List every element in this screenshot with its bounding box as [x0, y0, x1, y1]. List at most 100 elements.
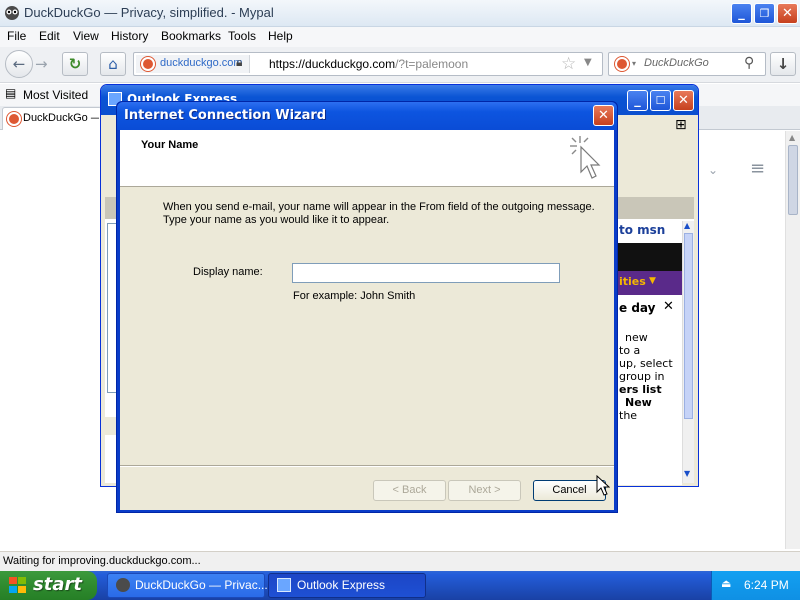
- page-dropdown-icon[interactable]: ⌄: [708, 163, 718, 177]
- close-icon: ✕: [678, 93, 689, 108]
- tip-line: new: [625, 331, 648, 344]
- task-button-outlook[interactable]: Outlook Express: [268, 573, 426, 598]
- outlook-task-icon: [277, 578, 291, 592]
- tab-favicon-icon: [7, 112, 21, 126]
- mypal-task-icon: [116, 578, 130, 592]
- reload-button[interactable]: ↻: [62, 52, 88, 76]
- page-scrollbar[interactable]: ▲: [785, 131, 800, 549]
- restore-button[interactable]: ❐: [754, 3, 775, 24]
- duckduckgo-favicon-icon: [141, 57, 155, 71]
- mouse-pointer-icon: [596, 475, 610, 496]
- display-name-label: Display name:: [193, 266, 263, 278]
- outlook-maximize-button[interactable]: ☐: [650, 90, 671, 111]
- bookmark-most-visited[interactable]: Most Visited: [23, 88, 88, 102]
- close-button[interactable]: ✕: [777, 3, 798, 24]
- windows-logo-icon: [9, 577, 26, 593]
- site-identity[interactable]: duckduckgo.com 🔒︎: [136, 55, 250, 73]
- tip-line: to a: [619, 344, 641, 357]
- close-icon: ✕: [598, 108, 609, 123]
- msn-dropdown-icon: ▼: [649, 276, 656, 286]
- tip-line: ers list: [619, 383, 662, 396]
- back-button[interactable]: < Back: [373, 480, 446, 501]
- msn-text: to msn: [619, 223, 666, 237]
- tip-line: New: [625, 396, 652, 409]
- outlook-scrollbar[interactable]: ▲ ▼: [682, 221, 694, 483]
- menu-edit[interactable]: Edit: [39, 29, 60, 43]
- lock-icon: 🔒︎: [236, 55, 243, 69]
- wizard-separator: [120, 465, 614, 467]
- search-bar[interactable]: ▾ DuckDuckGo ⚲: [608, 52, 766, 76]
- back-arrow-icon: ←: [12, 55, 26, 73]
- menu-history[interactable]: History: [111, 29, 148, 43]
- wizard-close-button[interactable]: ✕: [593, 105, 614, 126]
- tab-label: DuckDuckGo — Privacy, simplified.: [23, 112, 99, 124]
- minimize-button[interactable]: _: [731, 3, 752, 24]
- next-button[interactable]: Next >: [448, 480, 521, 501]
- home-button[interactable]: ⌂: [100, 52, 126, 76]
- menu-view[interactable]: View: [73, 29, 99, 43]
- menu-help[interactable]: Help: [268, 29, 293, 43]
- wizard-titlebar: Internet Connection Wizard ✕: [117, 102, 617, 130]
- hamburger-menu-icon[interactable]: ≡: [750, 158, 765, 179]
- downloads-button[interactable]: ↓: [770, 52, 796, 76]
- most-visited-icon: ▤: [5, 86, 17, 100]
- scrollbar-thumb[interactable]: [788, 145, 798, 215]
- task-label-browser: DuckDuckGo — Privac...: [135, 578, 268, 592]
- site-identity-label: duckduckgo.com: [160, 57, 243, 69]
- minimize-icon: _: [738, 6, 745, 21]
- start-button[interactable]: start: [0, 571, 97, 600]
- tab-duckduckgo[interactable]: DuckDuckGo — Privacy, simplified.: [2, 107, 102, 130]
- windows-taskbar: start DuckDuckGo — Privac... Outlook Exp…: [0, 571, 800, 600]
- menu-file[interactable]: File: [7, 29, 26, 43]
- search-placeholder: DuckDuckGo: [644, 57, 709, 69]
- maximize-icon: ☐: [655, 94, 666, 107]
- instruction-line-1: When you send e-mail, your name will app…: [163, 201, 595, 213]
- system-tray: ⏏ 6:24 PM: [711, 571, 800, 600]
- browser-window-title: DuckDuckGo — Privacy, simplified. - Mypa…: [24, 5, 274, 20]
- menu-tools[interactable]: Tools: [228, 29, 256, 43]
- minimize-icon: _: [634, 93, 641, 108]
- scrollbar-thumb[interactable]: [684, 233, 693, 419]
- tip-close-icon[interactable]: ✕: [663, 299, 674, 314]
- url-bar[interactable]: duckduckgo.com 🔒︎ https://duckduckgo.com…: [133, 52, 603, 76]
- tray-arrow-icon[interactable]: ⏏: [721, 577, 731, 590]
- menu-bookmarks[interactable]: Bookmarks: [161, 29, 221, 43]
- clock: 6:24 PM: [744, 578, 789, 592]
- scroll-down-icon[interactable]: ▼: [684, 469, 690, 478]
- reload-icon: ↻: [68, 55, 82, 73]
- home-icon: ⌂: [108, 55, 118, 73]
- scroll-up-icon[interactable]: ▲: [789, 133, 795, 142]
- display-name-input[interactable]: [292, 263, 560, 283]
- tip-line: group in: [619, 370, 665, 383]
- forward-arrow-icon: →: [35, 55, 48, 73]
- status-text: Waiting for improving.duckduckgo.com...: [3, 555, 201, 567]
- start-label: start: [33, 574, 82, 595]
- url-dropdown-icon[interactable]: ▼: [584, 57, 592, 68]
- forward-button[interactable]: →: [35, 55, 48, 73]
- bookmark-star-icon[interactable]: ☆: [561, 54, 576, 74]
- wizard-cursor-sparkle-icon: [570, 136, 601, 179]
- search-engine-icon[interactable]: [615, 57, 629, 71]
- windows-flag-icon: ⊞: [675, 117, 687, 133]
- wizard-title: Internet Connection Wizard: [124, 108, 327, 123]
- mypal-app-icon: [5, 6, 19, 20]
- tip-line: up, select: [619, 357, 673, 370]
- search-engine-dropdown-icon[interactable]: ▾: [632, 59, 636, 68]
- restore-icon: ❐: [759, 7, 770, 20]
- outlook-minimize-button[interactable]: _: [627, 90, 648, 111]
- wizard-header: Your Name: [120, 130, 614, 187]
- task-label-outlook: Outlook Express: [297, 578, 386, 592]
- scroll-up-icon[interactable]: ▲: [684, 221, 690, 230]
- task-button-browser[interactable]: DuckDuckGo — Privac...: [107, 573, 268, 598]
- search-magnifier-icon[interactable]: ⚲: [744, 55, 754, 71]
- close-icon: ✕: [782, 6, 793, 21]
- download-arrow-icon: ↓: [776, 55, 790, 73]
- tip-line: the: [619, 409, 638, 422]
- browser-status-bar: Waiting for improving.duckduckgo.com...: [0, 551, 800, 571]
- wizard-body: Your Name When you send e-mail, your nam…: [120, 130, 614, 510]
- instruction-line-2: Type your name as you would like it to a…: [163, 214, 390, 226]
- internet-connection-wizard-dialog: Internet Connection Wizard ✕ Your Name W…: [116, 101, 618, 513]
- back-button[interactable]: ←: [5, 50, 33, 78]
- wizard-heading: Your Name: [141, 139, 199, 151]
- outlook-close-button[interactable]: ✕: [673, 90, 694, 111]
